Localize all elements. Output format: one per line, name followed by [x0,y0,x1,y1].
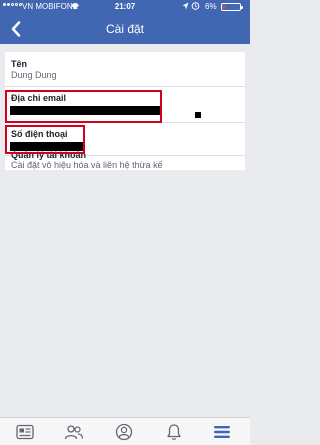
page-title: Cài đặt [105,22,145,36]
name-value: Dung Dung [11,70,57,80]
tab-news-feed[interactable] [15,422,35,442]
notifications-icon [167,424,181,440]
tab-friends[interactable] [64,422,84,442]
name-label: Tên [11,59,28,69]
location-icon [182,2,189,12]
status-bar: VN MOBIFONE 21:07 6% [0,0,250,14]
name-row[interactable]: Tên Dung Dung [5,52,245,87]
phone-highlight-box [5,125,85,154]
tab-bar [0,417,250,445]
menu-icon [214,426,230,438]
navigation-bar: Cài đặt [0,14,250,44]
email-highlight-box [5,90,162,123]
news-feed-icon [16,424,34,440]
tab-menu[interactable] [212,422,232,442]
profile-icon [115,423,133,441]
tab-notifications[interactable] [164,422,184,442]
account-description: Cài đặt vô hiệu hóa và liên hệ thừa kế [11,160,163,170]
battery-icon [221,3,243,11]
friends-icon [64,425,84,440]
tab-profile[interactable] [114,422,134,442]
battery-percentage: 6% [205,2,217,11]
redaction-mark [195,112,201,118]
alarm-icon [191,1,200,12]
